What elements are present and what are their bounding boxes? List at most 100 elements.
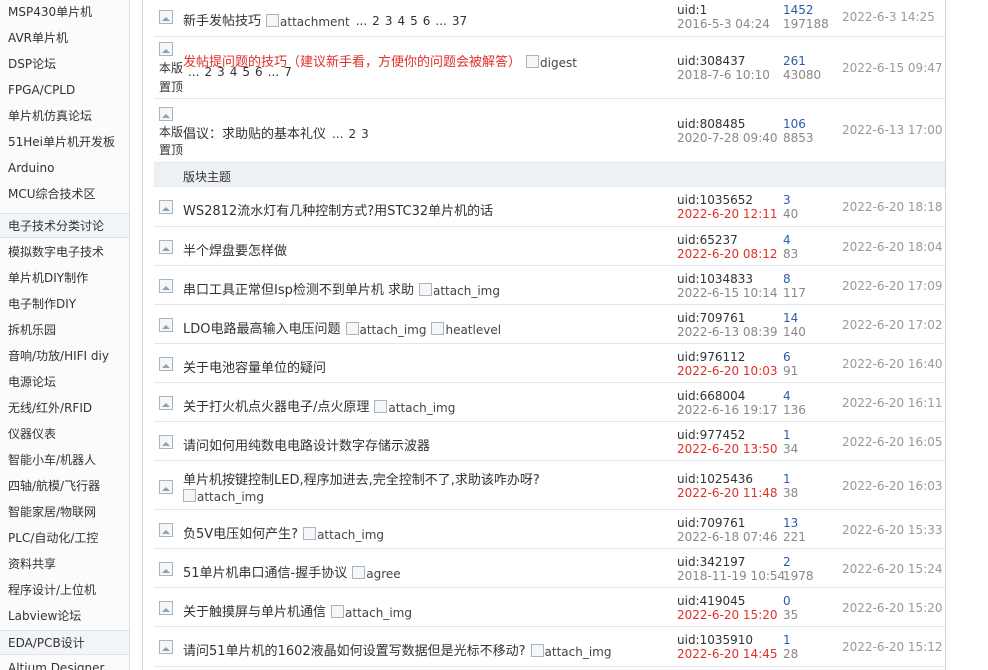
page-link[interactable]: ... bbox=[332, 127, 343, 141]
page-link[interactable]: 2 bbox=[204, 65, 212, 79]
page-link[interactable]: 3 bbox=[361, 127, 369, 141]
sidebar-item[interactable]: 智能小车/机器人 bbox=[0, 448, 129, 473]
sidebar-item[interactable]: 仪器仪表 bbox=[0, 422, 129, 447]
sidebar-item[interactable]: 电源论坛 bbox=[0, 370, 129, 395]
last-post-time[interactable]: 2022-6-20 18:18 bbox=[842, 200, 943, 214]
sidebar-item[interactable]: 拆机乐园 bbox=[0, 318, 129, 343]
author-uid[interactable]: uid:808485 bbox=[677, 117, 778, 131]
sidebar-item[interactable]: Arduino bbox=[0, 156, 129, 181]
thread-title-link[interactable]: 串口工具正常但Isp检测不到单片机 求助 bbox=[183, 283, 414, 298]
sidebar-item[interactable]: 电子技术分类讨论 bbox=[0, 213, 129, 238]
last-post-time[interactable]: 2022-6-20 16:11 bbox=[842, 396, 943, 410]
last-post-time[interactable]: 2022-6-20 16:05 bbox=[842, 435, 943, 449]
page-link[interactable]: 4 bbox=[230, 65, 238, 79]
page-link[interactable]: 4 bbox=[397, 14, 405, 28]
reply-count[interactable]: 1 bbox=[783, 472, 798, 486]
author-uid[interactable]: uid:709761 bbox=[677, 311, 778, 325]
thread-title-link[interactable]: WS2812流水灯有几种控制方式?用STC32单片机的话 bbox=[183, 204, 493, 219]
sidebar-item[interactable]: AVR单片机 bbox=[0, 26, 129, 51]
author-uid[interactable]: uid:668004 bbox=[677, 389, 778, 403]
author-uid[interactable]: uid:342197 bbox=[677, 555, 785, 569]
thread-title-link[interactable]: LDO电路最高输入电压问题 bbox=[183, 322, 341, 337]
page-link[interactable]: 3 bbox=[217, 65, 225, 79]
last-post-time[interactable]: 2022-6-20 18:04 bbox=[842, 240, 943, 254]
sidebar-item[interactable]: 无线/红外/RFID bbox=[0, 396, 129, 421]
page-link[interactable]: 2 bbox=[372, 14, 380, 28]
reply-count[interactable]: 1 bbox=[783, 428, 798, 442]
reply-count[interactable]: 261 bbox=[783, 54, 821, 68]
author-uid[interactable]: uid:1034833 bbox=[677, 272, 778, 286]
reply-count[interactable]: 14 bbox=[783, 311, 806, 325]
last-post-time[interactable]: 2022-6-20 17:09 bbox=[842, 279, 943, 293]
reply-count[interactable]: 4 bbox=[783, 389, 806, 403]
page-link[interactable]: 37 bbox=[452, 14, 467, 28]
author-uid[interactable]: uid:1035910 bbox=[677, 633, 778, 647]
last-post-time[interactable]: 2022-6-3 14:25 bbox=[842, 10, 935, 24]
thread-title-link[interactable]: 关于打火机点火器电子/点火原理 bbox=[183, 400, 369, 415]
sidebar-item[interactable]: MSP430单片机 bbox=[0, 0, 129, 25]
thread-title-link[interactable]: 新手发帖技巧 bbox=[183, 14, 261, 29]
author-uid[interactable]: uid:976112 bbox=[677, 350, 778, 364]
thread-title-link[interactable]: 单片机按键控制LED,程序加进去,完全控制不了,求助该咋办呀? bbox=[183, 473, 540, 488]
sidebar-item[interactable]: EDA/PCB设计 bbox=[0, 630, 129, 655]
reply-count[interactable]: 106 bbox=[783, 117, 814, 131]
reply-count[interactable]: 1 bbox=[783, 633, 798, 647]
last-post-time[interactable]: 2022-6-20 17:02 bbox=[842, 318, 943, 332]
author-uid[interactable]: uid:1025436 bbox=[677, 472, 778, 486]
sidebar-item[interactable]: MCU综合技术区 bbox=[0, 182, 129, 207]
sidebar-item[interactable]: 模拟数字电子技术 bbox=[0, 240, 129, 265]
last-post-time[interactable]: 2022-6-15 09:47 bbox=[842, 61, 943, 75]
reply-count[interactable]: 8 bbox=[783, 272, 806, 286]
reply-count[interactable]: 4 bbox=[783, 233, 798, 247]
reply-count[interactable]: 6 bbox=[783, 350, 798, 364]
page-link[interactable]: ... bbox=[356, 14, 367, 28]
page-link[interactable]: 6 bbox=[255, 65, 263, 79]
thread-title-link[interactable]: 关于触摸屏与单片机通信 bbox=[183, 605, 326, 620]
sidebar-item[interactable]: 资料共享 bbox=[0, 552, 129, 577]
author-uid[interactable]: uid:977452 bbox=[677, 428, 778, 442]
thread-title-link[interactable]: 负5V电压如何产生? bbox=[183, 527, 298, 542]
page-link[interactable]: 7 bbox=[284, 65, 292, 79]
author-uid[interactable]: uid:419045 bbox=[677, 594, 778, 608]
sidebar-item[interactable]: 程序设计/上位机 bbox=[0, 578, 129, 603]
page-link[interactable]: 3 bbox=[385, 14, 393, 28]
page-link[interactable]: ... bbox=[268, 65, 279, 79]
author-uid[interactable]: uid:308437 bbox=[677, 54, 770, 68]
reply-count[interactable]: 2 bbox=[783, 555, 814, 569]
page-link[interactable]: 6 bbox=[423, 14, 431, 28]
page-link[interactable]: ... bbox=[435, 14, 446, 28]
author-uid[interactable]: uid:1035652 bbox=[677, 193, 778, 207]
sidebar-item[interactable]: 四轴/航模/飞行器 bbox=[0, 474, 129, 499]
sidebar-item[interactable]: PLC/自动化/工控 bbox=[0, 526, 129, 551]
sidebar-item[interactable]: 智能家居/物联网 bbox=[0, 500, 129, 525]
sidebar-item[interactable]: 51Hei单片机开发板 bbox=[0, 130, 129, 155]
sidebar-item[interactable]: Altium Designer bbox=[0, 656, 129, 670]
last-post-time[interactable]: 2022-6-20 16:40 bbox=[842, 357, 943, 371]
reply-count[interactable]: 13 bbox=[783, 516, 806, 530]
page-link[interactable]: ... bbox=[188, 65, 199, 79]
thread-title-link[interactable]: 倡议：求助贴的基本礼仪 bbox=[183, 127, 326, 142]
author-uid[interactable]: uid:709761 bbox=[677, 516, 778, 530]
page-link[interactable]: 2 bbox=[348, 127, 356, 141]
thread-title-link[interactable]: 51单片机串口通信-握手协议 bbox=[183, 566, 347, 581]
page-link[interactable]: 5 bbox=[242, 65, 250, 79]
sidebar-item[interactable]: 电子制作DIY bbox=[0, 292, 129, 317]
last-post-time[interactable]: 2022-6-20 15:33 bbox=[842, 523, 943, 537]
sidebar-item[interactable]: 单片机仿真论坛 bbox=[0, 104, 129, 129]
reply-count[interactable]: 1452 bbox=[783, 3, 829, 17]
thread-title-link[interactable]: 请问51单片机的1602液晶如何设置写数据但是光标不移动? bbox=[183, 644, 526, 659]
last-post-time[interactable]: 2022-6-20 15:24 bbox=[842, 562, 943, 576]
last-post-time[interactable]: 2022-6-20 15:20 bbox=[842, 601, 943, 615]
author-uid[interactable]: uid:1 bbox=[677, 3, 770, 17]
page-link[interactable]: 5 bbox=[410, 14, 418, 28]
thread-title-link[interactable]: 请问如何用纯数电电路设计数字存储示波器 bbox=[183, 439, 430, 454]
thread-title-link[interactable]: 半个焊盘要怎样做 bbox=[183, 244, 287, 259]
author-uid[interactable]: uid:65237 bbox=[677, 233, 778, 247]
thread-title-link[interactable]: 关于电池容量单位的疑问 bbox=[183, 361, 326, 376]
reply-count[interactable]: 0 bbox=[783, 594, 798, 608]
last-post-time[interactable]: 2022-6-20 15:12 bbox=[842, 640, 943, 654]
sidebar-item[interactable]: DSP论坛 bbox=[0, 52, 129, 77]
reply-count[interactable]: 3 bbox=[783, 193, 798, 207]
last-post-time[interactable]: 2022-6-20 16:03 bbox=[842, 479, 943, 493]
sidebar-item[interactable]: Labview论坛 bbox=[0, 604, 129, 629]
